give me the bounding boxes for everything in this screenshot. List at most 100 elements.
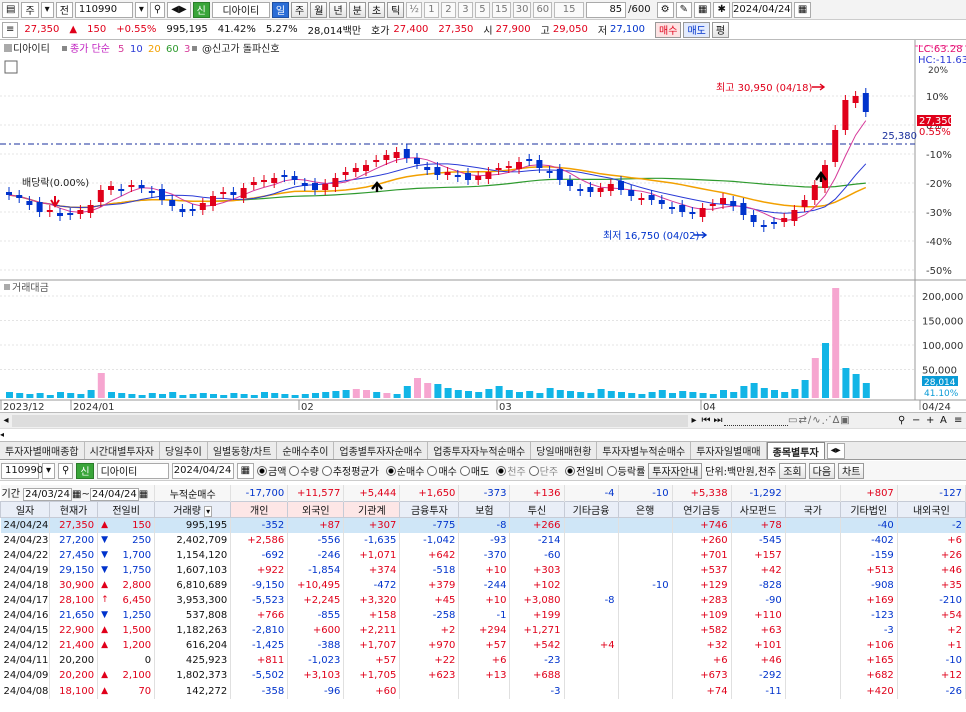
tab-daily-chart[interactable]: 일별동향/차트 <box>208 442 278 459</box>
search-icon[interactable]: ⚲ <box>149 1 166 18</box>
zoom-slider[interactable] <box>724 416 788 426</box>
period-tick[interactable]: 틱 <box>387 1 405 18</box>
col-domestic-foreign[interactable]: 내외국인 <box>896 501 966 518</box>
col-private-fund[interactable]: 사모펀드 <box>730 501 786 518</box>
avg-button[interactable]: 평 <box>711 21 730 38</box>
prev-next-icon[interactable]: ◀▶ <box>167 1 191 18</box>
radio-rate[interactable]: 등락률 <box>606 463 645 478</box>
type-label[interactable]: 전 <box>55 1 73 18</box>
fraction-button[interactable]: ½ <box>406 1 422 18</box>
radio-single[interactable]: 단주 <box>528 463 558 478</box>
bars-input[interactable]: 85 <box>586 1 627 18</box>
radio-thousand[interactable]: 천주 <box>496 463 526 478</box>
table-row[interactable]: 24/04/23 27,200 ▼ 250 2,402,709 +2,586 -556 -1,… <box>0 532 966 548</box>
col-nation[interactable]: 국가 <box>784 501 841 518</box>
scroll-track[interactable] <box>12 414 688 427</box>
scroll-last-icon[interactable]: ⏭ <box>712 415 724 426</box>
col-insurance[interactable]: 보험 <box>458 501 511 518</box>
menu-icon[interactable]: ▤ <box>2 1 20 18</box>
filter-search-icon[interactable]: ⚲ <box>58 462 74 479</box>
col-change[interactable]: 전일비 <box>97 501 156 518</box>
tab-today-trades[interactable]: 당일매매현황 <box>531 442 598 459</box>
sell-button[interactable]: 매도 <box>683 21 710 38</box>
table-row[interactable]: 24/04/18 30,900 ▲ 2,800 6,810,689 -9,150 +10,4… <box>0 577 966 593</box>
period-day[interactable]: 일 <box>271 1 290 18</box>
splitter-left-icon[interactable]: ◂ <box>0 430 8 439</box>
layout-icon[interactable]: ≡ <box>954 415 966 426</box>
period-from-cal-icon[interactable]: ▦ <box>72 489 81 500</box>
scroll-left-icon[interactable]: ◂ <box>0 415 12 426</box>
code-dropdown-icon[interactable]: ▾ <box>134 1 148 18</box>
save-icon[interactable]: ▦ <box>694 1 712 18</box>
settings-icon[interactable]: ⚙ <box>656 1 674 18</box>
tab-investor-summary[interactable]: 투자자별매매종합 <box>0 442 85 459</box>
radio-sell[interactable]: 매도 <box>459 463 489 478</box>
radio-quantity[interactable]: 수량 <box>289 463 319 478</box>
filter-calendar-icon[interactable]: ▦ <box>236 462 255 479</box>
search-button[interactable]: 조회 <box>779 462 806 479</box>
filter-dropdown-icon[interactable]: ▾ <box>42 462 56 479</box>
chart-options-icon[interactable] <box>4 60 18 74</box>
chart-scrollbar[interactable]: ◂ ▸ ⏮ ⏭ ▭⇄∕∿⋰∆▣ ⚲ − + A ≡ <box>0 412 966 428</box>
count-3[interactable]: 3 <box>457 1 473 18</box>
table-row[interactable]: 24/04/12 21,400 ▲ 1,200 616,204 -1,425 -388 +1,… <box>0 638 966 654</box>
col-date[interactable]: 일자 <box>0 501 51 518</box>
type-select[interactable]: ▾ <box>40 1 54 18</box>
period-to-cal-icon[interactable]: ▦ <box>139 489 148 500</box>
zoom-icon[interactable]: ⚲ <box>898 415 912 426</box>
radio-buy[interactable]: 매수 <box>427 463 457 478</box>
date-input[interactable]: 2024/04/24 <box>731 1 792 18</box>
tab-stock-investor[interactable]: 종목별투자 <box>766 442 825 459</box>
table-row[interactable]: 24/04/15 22,900 ▲ 1,500 1,182,263 -2,810 +600 +… <box>0 623 966 639</box>
scroll-step-icon[interactable]: ▸ <box>688 415 700 426</box>
tab-investor-daily[interactable]: 투자자일별매매 <box>691 442 767 459</box>
col-volume[interactable]: 거래량 ▾ <box>154 501 232 518</box>
col-foreign[interactable]: 외국인 <box>287 501 345 518</box>
tab-hourly-investor[interactable]: 시간대별투자자 <box>85 442 161 459</box>
table-row[interactable]: 24/04/22 27,450 ▼ 1,700 1,154,120 -692 -246 +1,… <box>0 547 966 563</box>
col-trust[interactable]: 투신 <box>509 501 565 518</box>
tools-icon[interactable]: ✎ <box>675 1 692 18</box>
period-month[interactable]: 월 <box>310 1 328 18</box>
period-year[interactable]: 년 <box>329 1 347 18</box>
tab-industry-net-buy[interactable]: 업종별투자자순매수 <box>334 442 429 459</box>
market-select[interactable]: 주 <box>21 1 39 18</box>
count-15[interactable]: 15 <box>491 1 511 18</box>
count-5[interactable]: 5 <box>474 1 490 18</box>
zoom-out-icon[interactable]: − <box>912 415 926 426</box>
count-select[interactable]: 15 <box>554 1 585 18</box>
investor-guide-button[interactable]: 투자자안내 <box>648 462 703 479</box>
col-institution[interactable]: 기관계 <box>343 501 401 518</box>
code-input[interactable]: 110990 <box>74 1 133 18</box>
col-other-corp[interactable]: 기타법인 <box>839 501 898 518</box>
quote-menu-icon[interactable]: ≡ <box>2 21 19 38</box>
table-row[interactable]: 24/04/19 29,150 ▼ 1,750 1,607,103 +922 -1,854 +… <box>0 562 966 578</box>
scroll-first-icon[interactable]: ⏮ <box>700 415 712 426</box>
period-to[interactable]: 24/04/24 <box>89 488 139 501</box>
table-row[interactable]: 24/04/24 27,350 ▲ 150 995,195 -352 +87 +307 -775… <box>0 517 966 533</box>
tab-net-buy-trend[interactable]: 순매수추이 <box>277 442 335 459</box>
table-row[interactable]: 24/04/16 21,650 ▼ 1,250 537,808 +766 -855 +158-… <box>0 608 966 624</box>
radio-net-buy[interactable]: 순매수 <box>385 463 424 478</box>
count-60[interactable]: 60 <box>533 1 553 18</box>
table-row[interactable]: 24/04/08 18,100 ▲ 70 142,272 -358 -96 +60 -3 +74-… <box>0 683 966 699</box>
col-finance[interactable]: 금융투자 <box>399 501 460 518</box>
filter-date-input[interactable]: 2024/04/24 <box>171 462 234 479</box>
table-row[interactable]: 24/04/17 28,100 ↑ 6,450 3,953,300 -5,523 +2,24… <box>0 592 966 609</box>
filter-code-input[interactable]: 110990 <box>1 462 43 479</box>
count-1[interactable]: 1 <box>423 1 439 18</box>
count-2[interactable]: 2 <box>440 1 456 18</box>
zoom-in-icon[interactable]: + <box>926 415 940 426</box>
font-icon[interactable]: A <box>940 415 954 426</box>
drawing-tools-icon[interactable]: ▭⇄∕∿⋰∆▣ <box>788 415 898 426</box>
col-individual[interactable]: 개인 <box>230 501 289 518</box>
col-other-finance[interactable]: 기타금융 <box>563 501 619 518</box>
period-from[interactable]: 24/03/24 <box>23 488 73 501</box>
col-bank[interactable]: 은행 <box>617 501 673 518</box>
period-second[interactable]: 초 <box>367 1 386 18</box>
price-chart[interactable]: 디아이티 종가 단순 5 10 20 60 3 @신고가 돌파신호 LC:63.… <box>0 40 966 412</box>
radio-avg-price[interactable]: 추정평균가 <box>321 463 379 478</box>
tab-scroll-icon[interactable]: ◂▸ <box>826 442 845 459</box>
table-row[interactable]: 24/04/09 20,200 ▲ 2,100 1,802,373 -5,502 +3,10… <box>0 668 966 684</box>
gear-icon[interactable]: ✱ <box>713 1 730 18</box>
